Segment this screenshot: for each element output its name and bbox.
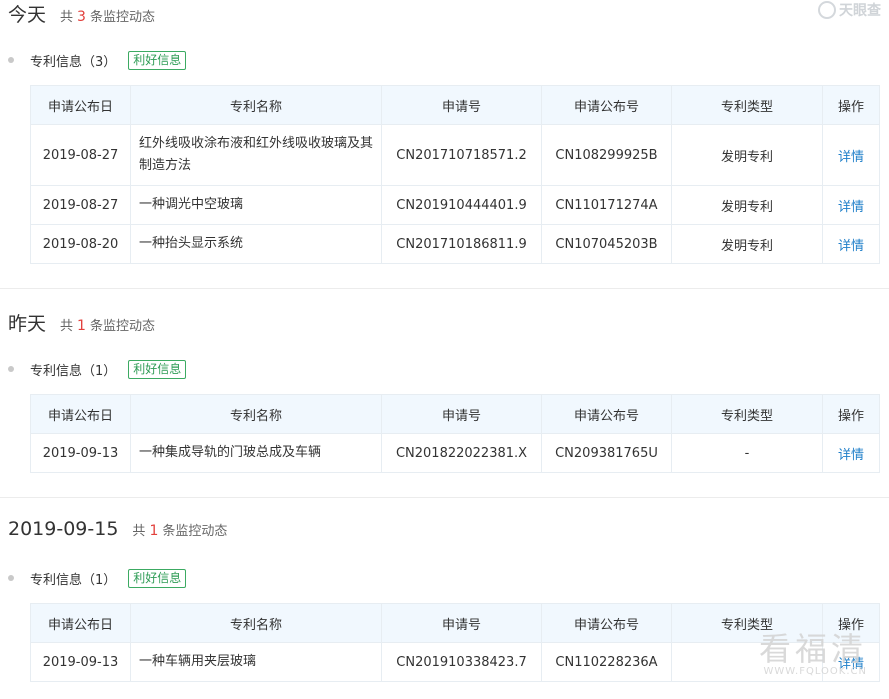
bullet-icon: [8, 57, 14, 63]
cell-app-no: CN201910338423.7: [381, 642, 542, 682]
col-header-name: 专利名称: [130, 394, 382, 434]
cell-type: -: [671, 433, 823, 473]
cell-type: 发明专利: [671, 185, 823, 225]
section-count: 共 1 条监控动态: [60, 318, 155, 334]
cell-pub-no: CN110171274A: [541, 185, 672, 225]
detail-link[interactable]: 详情: [822, 224, 880, 264]
col-header-pub-no: 申请公布号: [541, 85, 672, 125]
cell-name: 红外线吸收涂布液和红外线吸收玻璃及其制造方法: [130, 124, 382, 186]
section-divider: [0, 497, 889, 498]
cell-name: 一种车辆用夹层玻璃: [130, 642, 382, 682]
col-header-app-no: 申请号: [381, 394, 542, 434]
tianyancha-logo: 天眼查: [818, 0, 881, 20]
cell-pub-no: CN110228236A: [541, 642, 672, 682]
table-row: 2019-08-27 红外线吸收涂布液和红外线吸收玻璃及其制造方法 CN2017…: [30, 124, 880, 186]
patent-table: 申请公布日 专利名称 申请号 申请公布号 专利类型 操作 2019-09-13 …: [30, 394, 880, 473]
cell-pub-no: CN209381765U: [541, 433, 672, 473]
cell-pub-no: CN107045203B: [541, 224, 672, 264]
col-header-action: 操作: [822, 394, 880, 434]
cell-app-no: CN201822022381.X: [381, 433, 542, 473]
col-header-date: 申请公布日: [30, 603, 131, 643]
category-label: 专利信息（1）: [30, 363, 117, 379]
cell-date: 2019-09-13: [30, 433, 131, 473]
table-row: 2019-09-13 一种集成导轨的门玻总成及车辆 CN201822022381…: [30, 433, 880, 473]
bullet-icon: [8, 366, 14, 372]
section-header: 昨天 共 1 条监控动态: [8, 309, 155, 337]
col-header-pub-no: 申请公布号: [541, 603, 672, 643]
section-date: 昨天: [8, 313, 47, 335]
cell-type: 发明专利: [671, 224, 823, 264]
detail-link[interactable]: 详情: [822, 433, 880, 473]
section-date: 今天: [8, 4, 47, 26]
category-row: 专利信息（3） 利好信息: [8, 50, 187, 70]
logo-text: 天眼查: [839, 3, 881, 19]
col-header-action: 操作: [822, 603, 880, 643]
cell-date: 2019-08-20: [30, 224, 131, 264]
col-header-pub-no: 申请公布号: [541, 394, 672, 434]
good-news-tag: 利好信息: [128, 50, 187, 70]
section-count: 共 1 条监控动态: [132, 523, 228, 539]
cell-date: 2019-09-13: [30, 642, 131, 682]
col-header-type: 专利类型: [671, 85, 823, 125]
cell-type: 发明专利: [671, 124, 823, 186]
cell-name: 一种调光中空玻璃: [130, 185, 382, 225]
good-news-tag: 利好信息: [128, 568, 187, 588]
col-header-date: 申请公布日: [30, 85, 131, 125]
col-header-type: 专利类型: [671, 603, 823, 643]
table-row: 2019-08-20 一种抬头显示系统 CN201710186811.9 CN1…: [30, 224, 880, 264]
col-header-app-no: 申请号: [381, 85, 542, 125]
count-number: 1: [149, 523, 159, 539]
category-label: 专利信息（3）: [30, 54, 117, 70]
detail-link[interactable]: 详情: [822, 642, 880, 682]
category-label: 专利信息（1）: [30, 572, 117, 588]
cell-app-no: CN201910444401.9: [381, 185, 542, 225]
count-number: 3: [77, 9, 86, 25]
col-header-type: 专利类型: [671, 394, 823, 434]
detail-link[interactable]: 详情: [822, 185, 880, 225]
cell-name: 一种抬头显示系统: [130, 224, 382, 264]
section-header: 2019-09-15 共 1 条监控动态: [8, 518, 227, 546]
table-header-row: 申请公布日 专利名称 申请号 申请公布号 专利类型 操作: [30, 394, 880, 434]
cell-date: 2019-08-27: [30, 185, 131, 225]
category-row: 专利信息（1） 利好信息: [8, 359, 187, 379]
good-news-tag: 利好信息: [128, 359, 187, 379]
col-header-app-no: 申请号: [381, 603, 542, 643]
col-header-name: 专利名称: [130, 85, 382, 125]
table-header-row: 申请公布日 专利名称 申请号 申请公布号 专利类型 操作: [30, 85, 880, 125]
table-row: 2019-09-13 一种车辆用夹层玻璃 CN201910338423.7 CN…: [30, 642, 880, 682]
table-row: 2019-08-27 一种调光中空玻璃 CN201910444401.9 CN1…: [30, 185, 880, 225]
section-count: 共 3 条监控动态: [60, 9, 155, 25]
col-header-action: 操作: [822, 85, 880, 125]
cell-date: 2019-08-27: [30, 124, 131, 186]
count-number: 1: [77, 318, 86, 334]
cell-app-no: CN201710718571.2: [381, 124, 542, 186]
category-row: 专利信息（1） 利好信息: [8, 568, 187, 588]
cell-name: 一种集成导轨的门玻总成及车辆: [130, 433, 382, 473]
detail-link[interactable]: 详情: [822, 124, 880, 186]
section-divider: [0, 288, 889, 289]
bullet-icon: [8, 575, 14, 581]
section-date: 2019-09-15: [8, 518, 119, 540]
col-header-name: 专利名称: [130, 603, 382, 643]
patent-table: 申请公布日 专利名称 申请号 申请公布号 专利类型 操作 2019-09-13 …: [30, 603, 880, 682]
section-header: 今天 共 3 条监控动态: [8, 0, 155, 28]
cell-app-no: CN201710186811.9: [381, 224, 542, 264]
table-header-row: 申请公布日 专利名称 申请号 申请公布号 专利类型 操作: [30, 603, 880, 643]
cell-pub-no: CN108299925B: [541, 124, 672, 186]
col-header-date: 申请公布日: [30, 394, 131, 434]
patent-table: 申请公布日 专利名称 申请号 申请公布号 专利类型 操作 2019-08-27 …: [30, 85, 880, 264]
cell-type: [671, 642, 823, 682]
logo-icon: [818, 1, 836, 19]
